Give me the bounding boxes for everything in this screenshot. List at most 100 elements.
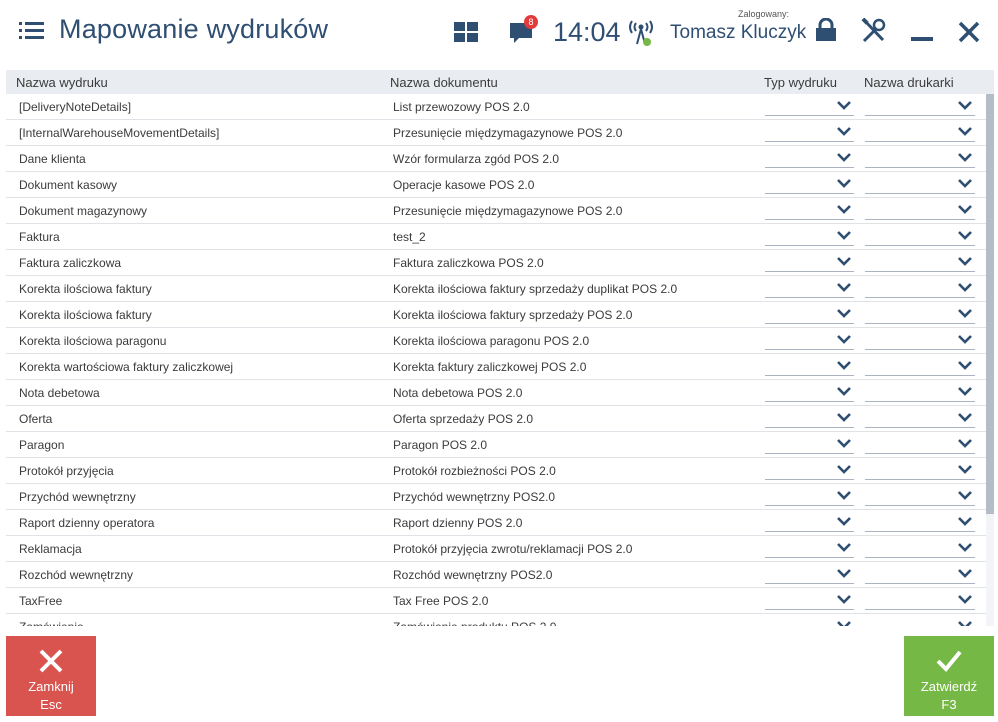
print-name-cell: [InternalWarehouseMovementDetails]	[19, 126, 220, 140]
printer-name-dropdown[interactable]	[865, 540, 975, 558]
printer-name-dropdown[interactable]	[865, 488, 975, 506]
print-type-dropdown[interactable]	[765, 202, 854, 220]
document-name-cell: Korekta ilościowa paragonu POS 2.0	[393, 334, 590, 348]
document-name-cell: test_2	[393, 230, 426, 244]
chevron-down-icon	[837, 283, 851, 292]
close-button[interactable]: Zamknij Esc	[6, 636, 96, 716]
print-name-cell: Protokół przyjęcia	[19, 464, 114, 478]
print-type-dropdown[interactable]	[765, 410, 854, 428]
close-x-icon	[39, 649, 63, 673]
print-name-cell: Dokument kasowy	[19, 178, 118, 192]
column-header-printer-name[interactable]: Nazwa drukarki	[864, 75, 954, 90]
table-row[interactable]: Korekta ilościowa faktury Korekta ilościo…	[6, 276, 986, 302]
tools-icon[interactable]	[861, 18, 887, 44]
printer-name-dropdown[interactable]	[865, 332, 975, 350]
table-row[interactable]: Nota debetowa Nota debetowa POS 2.0	[6, 380, 986, 406]
table-row[interactable]: Korekta ilościowa faktury Korekta ilościo…	[6, 302, 986, 328]
print-type-dropdown[interactable]	[765, 592, 854, 610]
column-header-print-type[interactable]: Typ wydruku	[764, 75, 837, 90]
table-row[interactable]: Dokument magazynowy Przesunięcie międzyma…	[6, 198, 986, 224]
table-row[interactable]: Dane klienta Wzór formularza zgód POS 2.0	[6, 146, 986, 172]
printer-name-dropdown[interactable]	[865, 618, 975, 626]
printer-name-dropdown[interactable]	[865, 514, 975, 532]
column-header-document-name[interactable]: Nazwa dokumentu	[390, 75, 498, 90]
print-type-dropdown[interactable]	[765, 98, 854, 116]
checkmark-icon	[936, 650, 962, 672]
table-row[interactable]: [InternalWarehouseMovementDetails] Przesu…	[6, 120, 986, 146]
table-row[interactable]: Faktura zaliczkowa Faktura zaliczkowa POS…	[6, 250, 986, 276]
table-row[interactable]: Oferta Oferta sprzedaży POS 2.0	[6, 406, 986, 432]
table-row[interactable]: Protokół przyjęcia Protokół rozbieżności …	[6, 458, 986, 484]
print-name-cell: Przychód wewnętrzny	[19, 490, 136, 504]
close-icon[interactable]	[958, 21, 980, 43]
printer-name-dropdown[interactable]	[865, 462, 975, 480]
grid-icon[interactable]	[454, 22, 478, 42]
scrollbar-thumb[interactable]	[986, 94, 994, 514]
chevron-down-icon	[837, 257, 851, 266]
table-row[interactable]: Korekta wartościowa faktury zaliczkowej K…	[6, 354, 986, 380]
print-type-dropdown[interactable]	[765, 228, 854, 246]
table-row[interactable]: Przychód wewnętrzny Przychód wewnętrzny P…	[6, 484, 986, 510]
minimize-icon[interactable]	[911, 37, 933, 41]
print-type-dropdown[interactable]	[765, 306, 854, 324]
printer-name-dropdown[interactable]	[865, 358, 975, 376]
print-type-dropdown[interactable]	[765, 514, 854, 532]
printer-name-dropdown[interactable]	[865, 410, 975, 428]
printer-name-dropdown[interactable]	[865, 176, 975, 194]
printer-name-dropdown[interactable]	[865, 254, 975, 272]
printer-name-dropdown[interactable]	[865, 384, 975, 402]
table-row[interactable]: Rozchód wewnętrzny Rozchód wewnętrzny POS…	[6, 562, 986, 588]
printer-name-dropdown[interactable]	[865, 436, 975, 454]
table-row[interactable]: Korekta ilościowa paragonu Korekta ilości…	[6, 328, 986, 354]
column-header-print-name[interactable]: Nazwa wydruku	[16, 75, 108, 90]
print-type-dropdown[interactable]	[765, 176, 854, 194]
printer-name-dropdown[interactable]	[865, 592, 975, 610]
printer-name-dropdown[interactable]	[865, 306, 975, 324]
printer-name-dropdown[interactable]	[865, 566, 975, 584]
chevron-down-icon	[837, 101, 851, 110]
print-type-dropdown[interactable]	[765, 566, 854, 584]
print-type-dropdown[interactable]	[765, 150, 854, 168]
print-name-cell: Korekta wartościowa faktury zaliczkowej	[19, 360, 234, 374]
chevron-down-icon	[958, 179, 972, 188]
print-type-dropdown[interactable]	[765, 540, 854, 558]
print-type-dropdown[interactable]	[765, 384, 854, 402]
document-name-cell: Protokół rozbieżności POS 2.0	[393, 464, 556, 478]
page-title: Mapowanie wydruków	[59, 14, 329, 44]
table-row[interactable]: [DeliveryNoteDetails] List przewozowy POS…	[6, 94, 986, 120]
confirm-button[interactable]: Zatwierdź F3	[904, 636, 994, 716]
printer-name-dropdown[interactable]	[865, 98, 975, 116]
print-type-dropdown[interactable]	[765, 280, 854, 298]
lock-icon[interactable]	[815, 18, 837, 42]
print-type-dropdown[interactable]	[765, 436, 854, 454]
print-type-dropdown[interactable]	[765, 618, 854, 626]
table-row[interactable]: Faktura test_2	[6, 224, 986, 250]
chevron-down-icon	[837, 439, 851, 448]
chevron-down-icon	[837, 387, 851, 396]
antenna-icon[interactable]	[627, 17, 655, 47]
print-type-dropdown[interactable]	[765, 124, 854, 142]
chevron-down-icon	[837, 543, 851, 552]
table-row[interactable]: Paragon Paragon POS 2.0	[6, 432, 986, 458]
document-name-cell: Korekta ilościowa faktury sprzedaży POS …	[393, 308, 633, 322]
printer-name-dropdown[interactable]	[865, 202, 975, 220]
print-type-dropdown[interactable]	[765, 358, 854, 376]
scrollbar[interactable]	[986, 94, 994, 626]
chevron-down-icon	[958, 205, 972, 214]
chevron-down-icon	[958, 361, 972, 370]
table-row[interactable]: Reklamacja Protokół przyjęcia zwrotu/rekl…	[6, 536, 986, 562]
table-row[interactable]: Raport dzienny operatora Raport dzienny P…	[6, 510, 986, 536]
printer-name-dropdown[interactable]	[865, 150, 975, 168]
hamburger-menu-icon[interactable]	[19, 22, 44, 40]
table-row[interactable]: Dokument kasowy Operacje kasowe POS 2.0	[6, 172, 986, 198]
printer-name-dropdown[interactable]	[865, 228, 975, 246]
table-row[interactable]: TaxFree Tax Free POS 2.0	[6, 588, 986, 614]
printer-name-dropdown[interactable]	[865, 280, 975, 298]
print-type-dropdown[interactable]	[765, 462, 854, 480]
table-row[interactable]: Zamówienie Zamówienie produktu POS 2.0	[6, 614, 986, 626]
print-type-dropdown[interactable]	[765, 254, 854, 272]
print-type-dropdown[interactable]	[765, 488, 854, 506]
printer-name-dropdown[interactable]	[865, 124, 975, 142]
print-type-dropdown[interactable]	[765, 332, 854, 350]
chevron-down-icon	[958, 257, 972, 266]
